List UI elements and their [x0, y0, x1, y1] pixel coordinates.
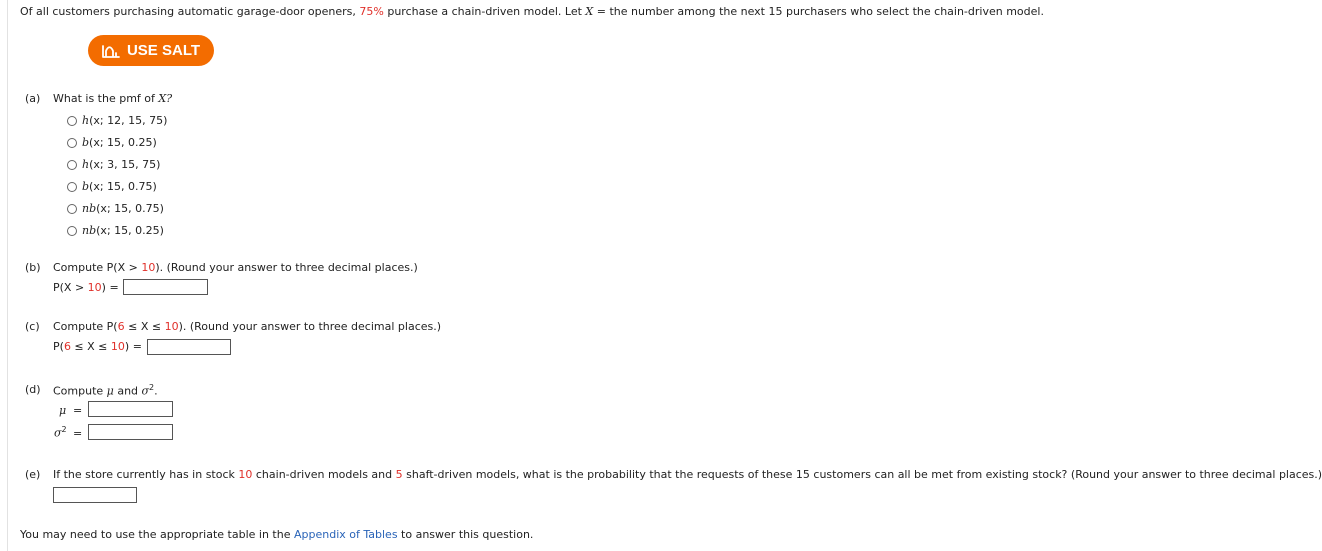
- pmf-option-2[interactable]: b(x; 15, 0.25): [67, 136, 157, 149]
- pmf-option-label: h(x; 12, 15, 75): [82, 114, 168, 127]
- part-c-answer-label: P(6 ≤ X ≤ 10) =: [53, 340, 142, 353]
- part-c-answer-input[interactable]: [147, 339, 231, 355]
- intro-text: Of all customers purchasing automatic ga…: [20, 5, 360, 18]
- pmf-option-label: nb(x; 15, 0.25): [82, 224, 164, 237]
- mu-label: μ: [59, 404, 67, 417]
- radio-button[interactable]: [67, 137, 77, 148]
- part-b-question: Compute P(X > 10). (Round your answer to…: [53, 261, 418, 274]
- problem-page: Of all customers purchasing automatic ga…: [0, 0, 1322, 551]
- pmf-option-3[interactable]: h(x; 3, 15, 75): [67, 158, 160, 171]
- appendix-of-tables-link[interactable]: Appendix of Tables: [294, 528, 398, 541]
- mu-equals: =: [73, 404, 83, 417]
- pmf-option-label: h(x; 3, 15, 75): [82, 158, 161, 171]
- salt-icon: [102, 44, 120, 58]
- left-divider: [7, 0, 8, 551]
- intro-text-mid: purchase a chain-driven model. Let: [383, 5, 586, 18]
- part-a-question-var: X?: [158, 92, 173, 105]
- radio-button[interactable]: [67, 181, 77, 192]
- pmf-option-1[interactable]: h(x; 12, 15, 75): [67, 114, 167, 127]
- part-e-answer-input[interactable]: [53, 487, 137, 503]
- footer-note: You may need to use the appropriate tabl…: [20, 528, 534, 541]
- part-b-answer-input[interactable]: [123, 279, 208, 295]
- part-b-answer-label: P(X > 10) =: [53, 281, 119, 294]
- pmf-option-6[interactable]: nb(x; 15, 0.25): [67, 224, 164, 237]
- pmf-option-4[interactable]: b(x; 15, 0.75): [67, 180, 157, 193]
- problem-statement: Of all customers purchasing automatic ga…: [20, 5, 1044, 18]
- radio-button[interactable]: [67, 203, 77, 214]
- pmf-option-label: b(x; 15, 0.75): [82, 180, 157, 193]
- part-c-question: Compute P(6 ≤ X ≤ 10). (Round your answe…: [53, 320, 442, 333]
- radio-button[interactable]: [67, 159, 77, 170]
- part-e-tag: (e): [25, 468, 41, 481]
- pmf-option-label: b(x; 15, 0.25): [82, 136, 157, 149]
- intro-text-end: = the number among the next 15 purchaser…: [593, 5, 1044, 18]
- part-a-tag: (a): [25, 92, 41, 105]
- part-d-question: Compute μ and σ2.: [53, 383, 158, 398]
- mu-answer-input[interactable]: [88, 401, 173, 417]
- part-e-question: If the store currently has in stock 10 c…: [53, 468, 1322, 481]
- part-a-question: What is the pmf of X?: [53, 92, 172, 105]
- radio-button[interactable]: [67, 225, 77, 236]
- use-salt-label: USE SALT: [126, 42, 201, 59]
- part-b-tag: (b): [25, 261, 41, 274]
- pmf-option-5[interactable]: nb(x; 15, 0.75): [67, 202, 164, 215]
- sigma-squared-label: σ2: [54, 425, 67, 440]
- part-d-tag: (d): [25, 383, 41, 396]
- sigma-equals: =: [73, 427, 83, 440]
- part-a-question-text: What is the pmf of: [53, 92, 159, 105]
- use-salt-button[interactable]: USE SALT: [88, 35, 214, 66]
- radio-button[interactable]: [67, 115, 77, 126]
- sigma-squared-answer-input[interactable]: [88, 424, 173, 440]
- intro-percent: 75%: [359, 5, 384, 18]
- part-c-tag: (c): [25, 320, 40, 333]
- pmf-option-label: nb(x; 15, 0.75): [82, 202, 164, 215]
